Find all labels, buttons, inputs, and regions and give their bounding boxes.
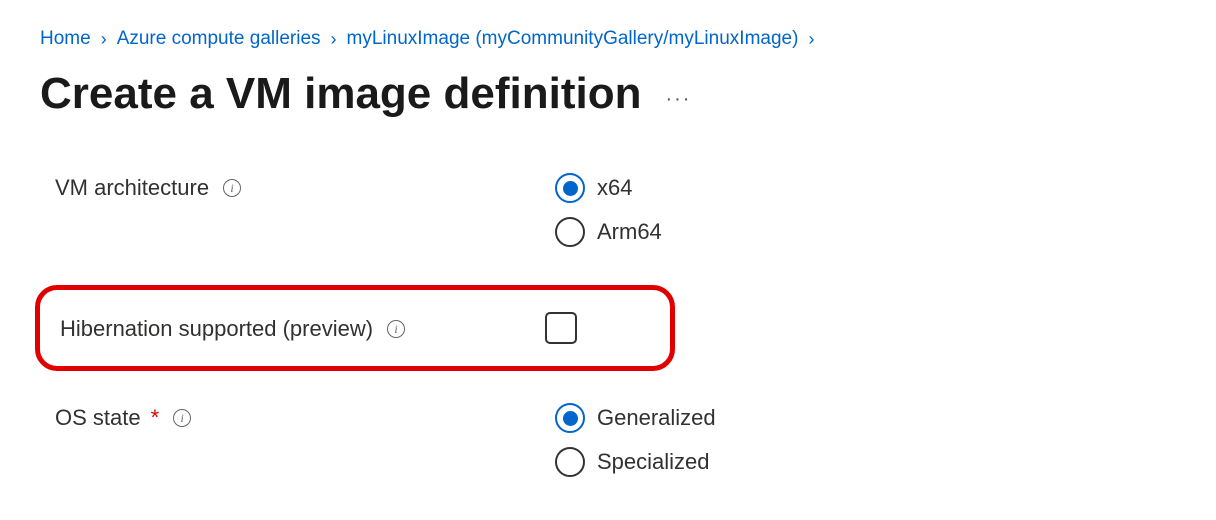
radio-arm64[interactable]: Arm64	[555, 217, 662, 247]
vm-architecture-label: VM architecture	[55, 175, 209, 201]
radio-x64-label: x64	[597, 175, 632, 201]
radio-icon	[555, 173, 585, 203]
info-icon[interactable]: i	[223, 179, 241, 197]
os-state-label: OS state	[55, 405, 141, 431]
chevron-right-icon: ›	[331, 29, 337, 50]
hibernation-checkbox[interactable]	[545, 312, 577, 344]
radio-generalized-label: Generalized	[597, 405, 716, 431]
radio-specialized[interactable]: Specialized	[555, 447, 716, 477]
info-icon[interactable]: i	[173, 409, 191, 427]
radio-generalized[interactable]: Generalized	[555, 403, 716, 433]
breadcrumb-galleries[interactable]: Azure compute galleries	[117, 28, 321, 50]
required-star-icon: *	[151, 405, 160, 431]
radio-arm64-label: Arm64	[597, 219, 662, 245]
hibernation-highlight: Hibernation supported (preview) i	[35, 285, 675, 371]
more-actions-button[interactable]: ···	[665, 78, 691, 111]
info-icon[interactable]: i	[387, 320, 405, 338]
breadcrumb: Home › Azure compute galleries › myLinux…	[40, 28, 1176, 50]
chevron-right-icon: ›	[101, 29, 107, 50]
radio-specialized-label: Specialized	[597, 449, 710, 475]
chevron-right-icon: ›	[808, 29, 814, 50]
radio-icon	[555, 447, 585, 477]
breadcrumb-image[interactable]: myLinuxImage (myCommunityGallery/myLinux…	[347, 28, 799, 50]
hibernation-label: Hibernation supported (preview)	[60, 316, 373, 342]
page-title: Create a VM image definition	[40, 70, 641, 118]
vm-architecture-row: VM architecture i x64 Arm64	[55, 173, 1176, 247]
radio-icon	[555, 403, 585, 433]
breadcrumb-home[interactable]: Home	[40, 28, 91, 50]
os-state-row: OS state * i Generalized Specialized	[55, 403, 1176, 477]
radio-x64[interactable]: x64	[555, 173, 662, 203]
radio-icon	[555, 217, 585, 247]
